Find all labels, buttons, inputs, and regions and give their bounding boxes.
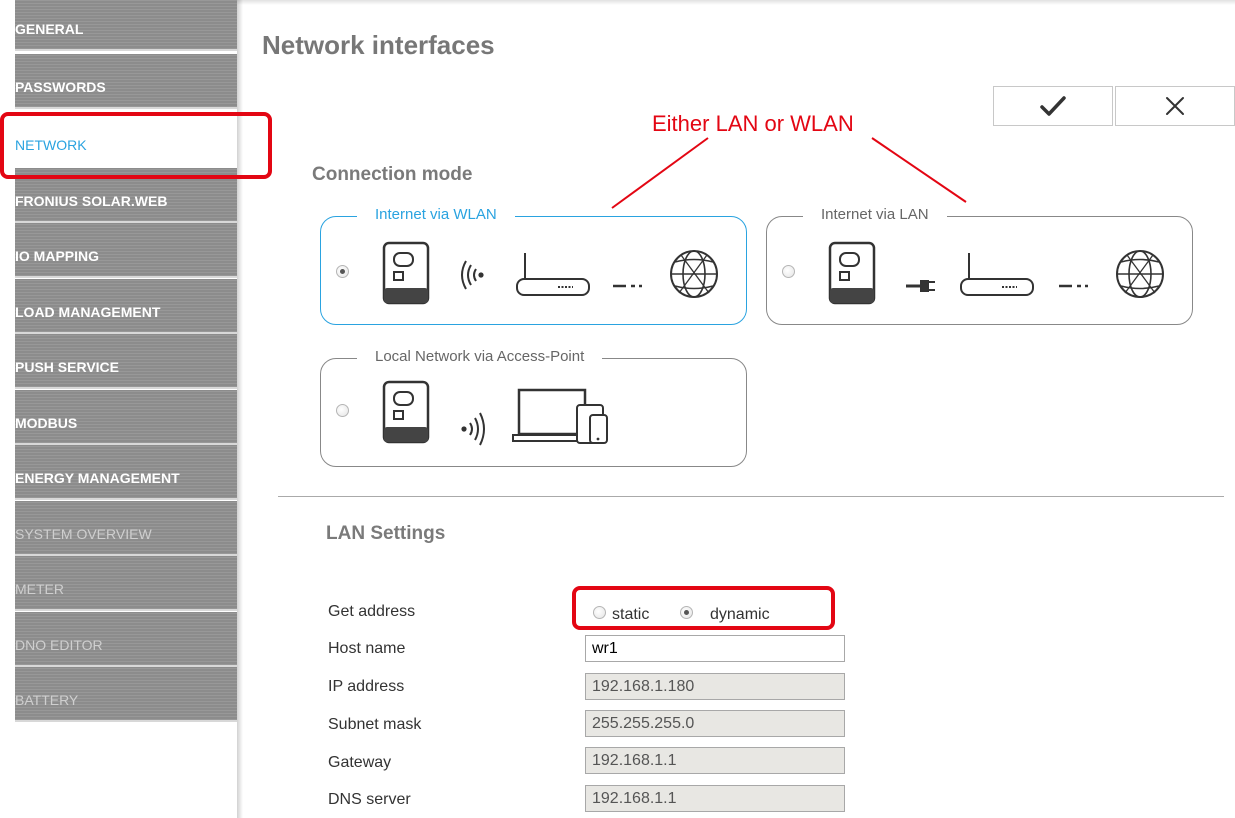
inverter-icon xyxy=(828,241,876,305)
annotation-arrow-lan xyxy=(871,137,967,203)
host-name-input[interactable] xyxy=(585,635,845,662)
dns-server-field[interactable] xyxy=(585,785,845,812)
gateway-label: Gateway xyxy=(328,754,392,771)
wifi-broadcast-icon xyxy=(461,412,485,446)
ip-address-field[interactable] xyxy=(585,673,845,700)
annotation-arrow-wlan xyxy=(611,137,709,209)
router-icon xyxy=(516,253,590,296)
wifi-signal-icon xyxy=(461,260,484,290)
section-divider xyxy=(278,496,1224,497)
inverter-icon xyxy=(382,241,430,305)
mode-option-wlan[interactable]: Internet via WLAN xyxy=(320,206,747,325)
subnet-mask-label: Subnet mask xyxy=(328,716,422,733)
mode-icons-access-point xyxy=(382,380,608,446)
inverter-icon xyxy=(382,380,430,444)
gateway-field[interactable] xyxy=(585,747,845,774)
globe-icon xyxy=(1116,250,1164,298)
subnet-mask-field[interactable] xyxy=(585,710,845,737)
ethernet-plug-icon xyxy=(906,280,935,292)
globe-icon xyxy=(670,250,718,298)
get-address-highlight-box xyxy=(572,586,835,630)
dns-server-label: DNS server xyxy=(328,791,411,808)
connection-mode-title: Connection mode xyxy=(312,164,473,185)
lan-settings-title: LAN Settings xyxy=(326,523,446,544)
devices-icon xyxy=(512,388,608,444)
router-icon xyxy=(960,253,1034,296)
ip-address-label: IP address xyxy=(328,678,405,695)
mode-option-lan[interactable]: Internet via LAN xyxy=(766,206,1193,325)
host-name-label: Host name xyxy=(328,640,406,657)
get-address-label: Get address xyxy=(328,603,416,620)
mode-icons-wlan xyxy=(382,241,718,305)
mode-option-access-point[interactable]: Local Network via Access-Point xyxy=(320,348,747,467)
mode-icons-lan xyxy=(828,241,1164,305)
